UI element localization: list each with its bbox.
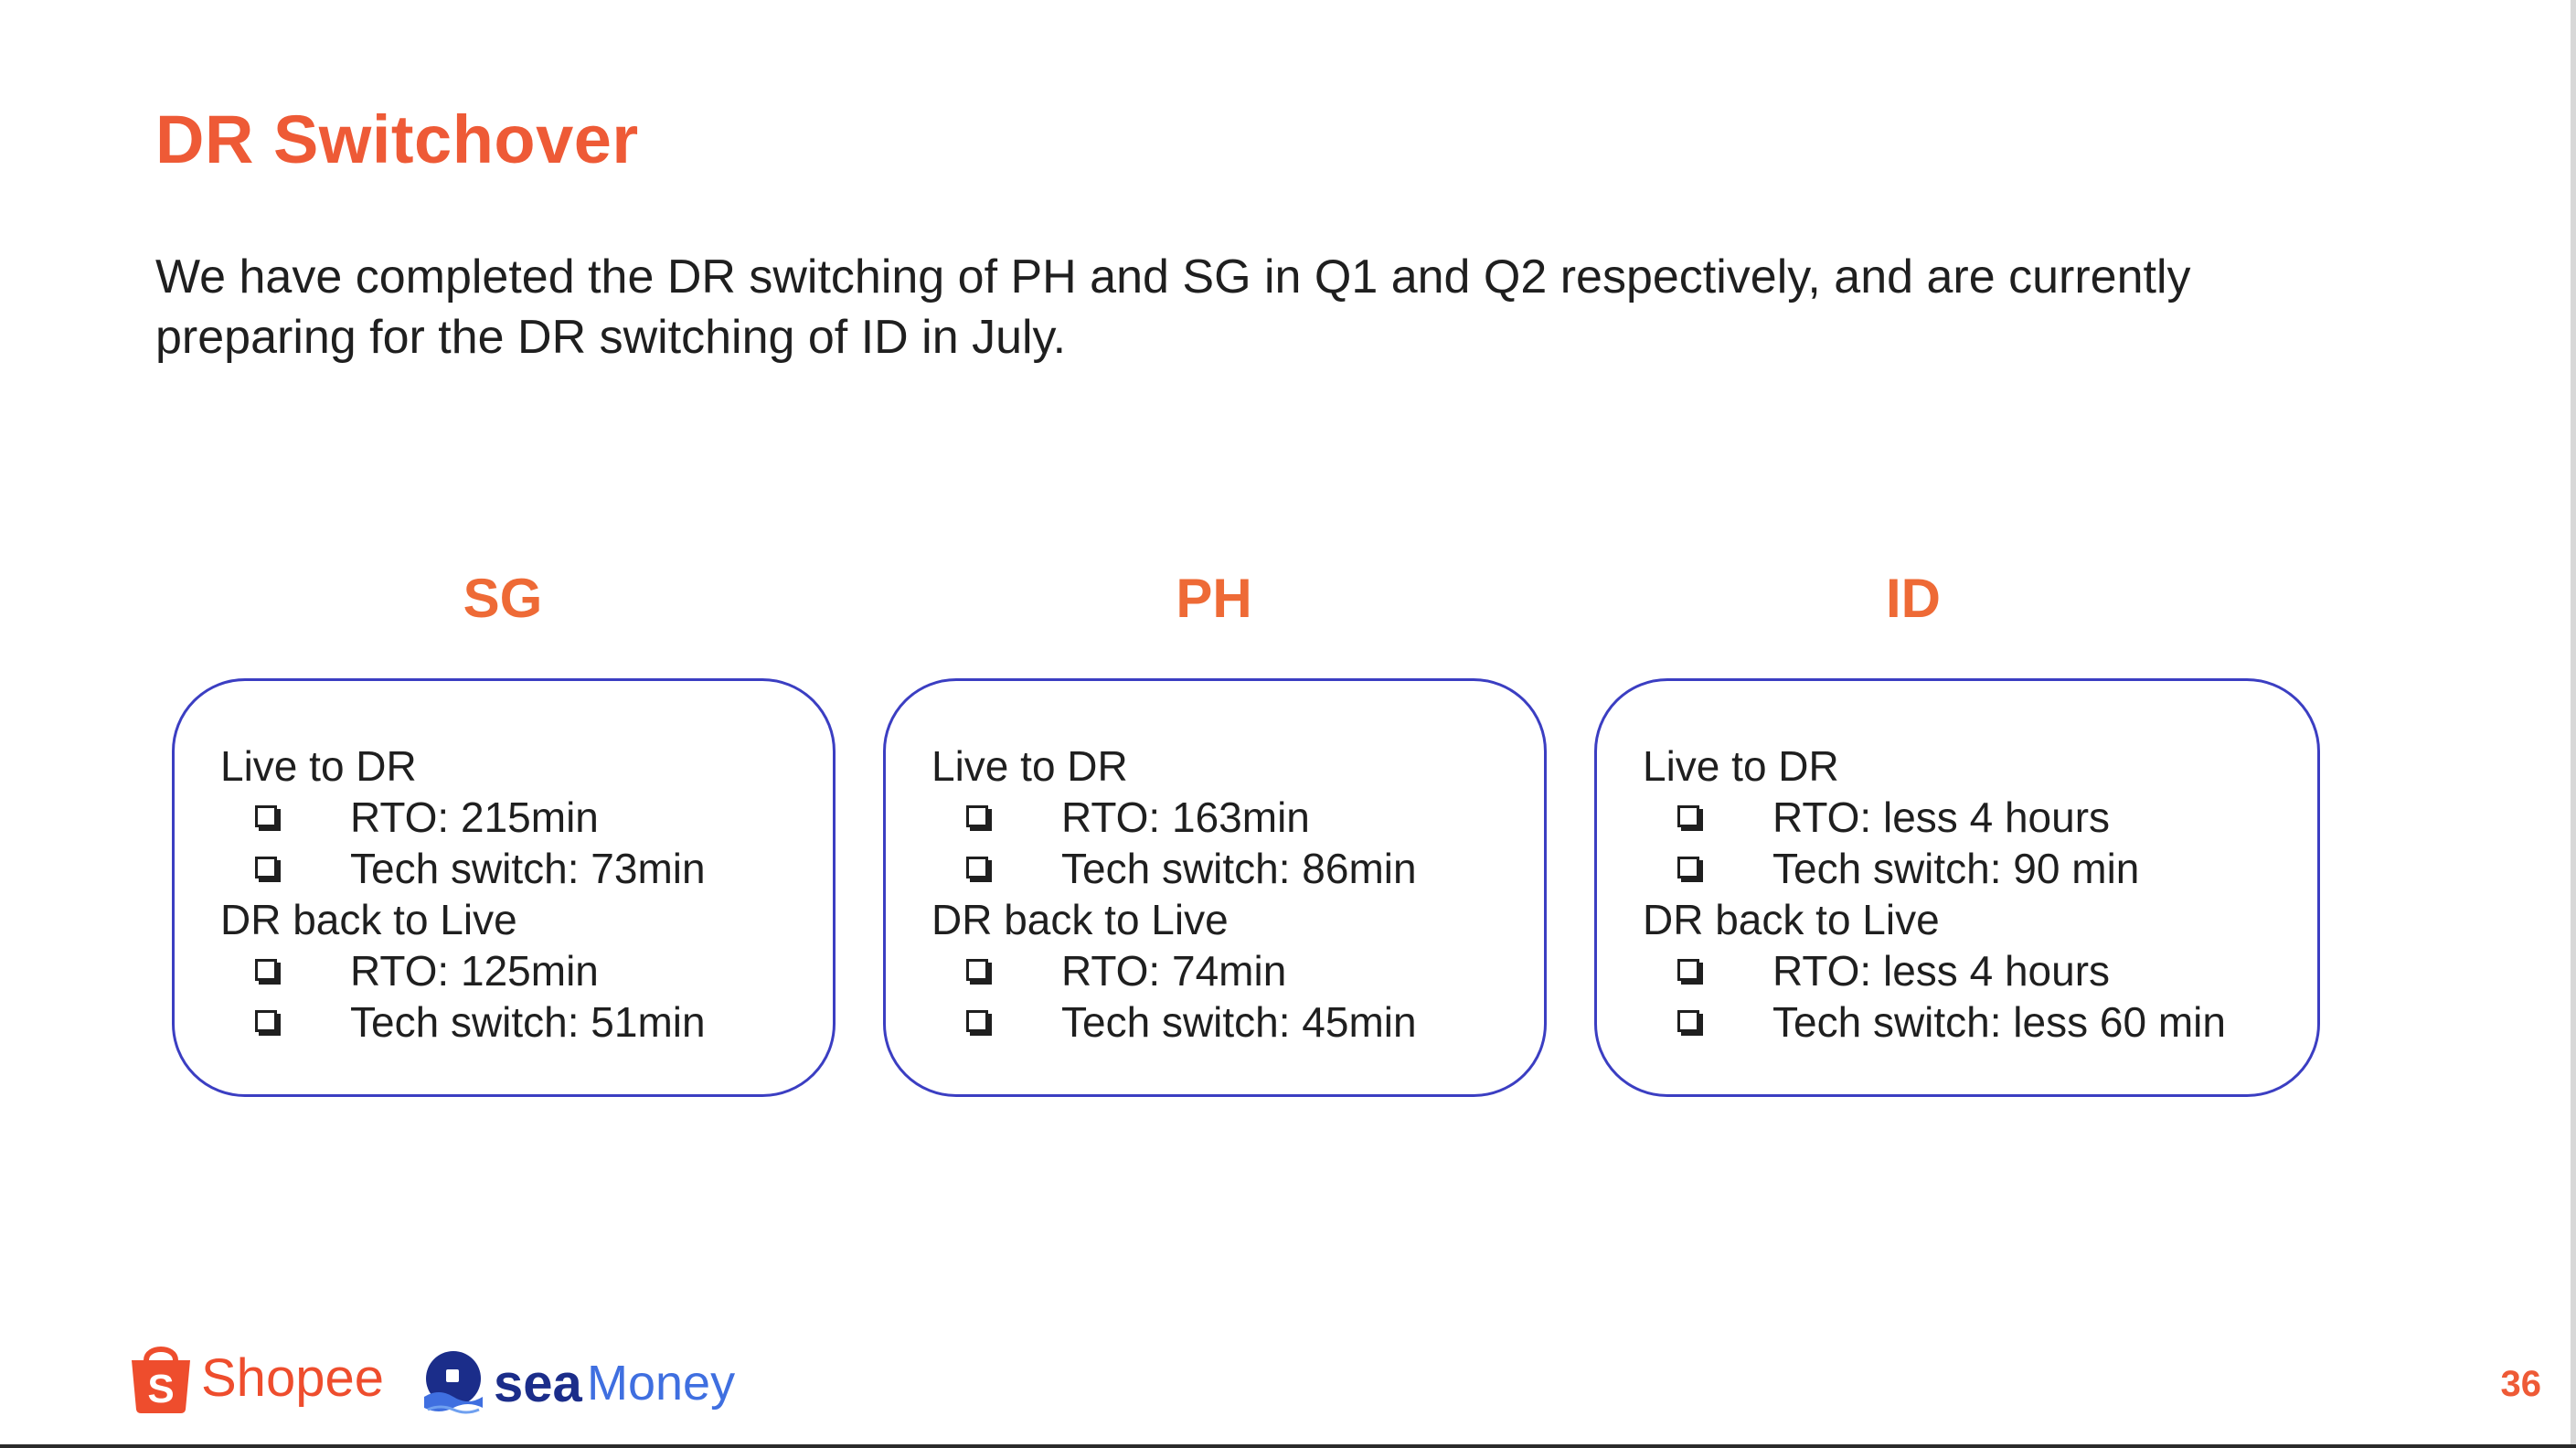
list-item-text: RTO: less 4 hours (1772, 793, 2111, 841)
list-item-text: RTO: 125min (350, 947, 599, 995)
shopee-bag-letter: S (147, 1367, 174, 1411)
checkbox-icon (1677, 857, 1699, 878)
slide-title: DR Switchover (155, 101, 639, 177)
list-item: Tech switch: 73min (220, 843, 706, 894)
column-title-ph: PH (1176, 568, 1252, 629)
list-item: Tech switch: less 60 min (1643, 996, 2226, 1048)
column-title-sg: SG (463, 568, 543, 629)
card-ph: Live to DR RTO: 163min Tech switch: 86mi… (883, 678, 1547, 1097)
list-item: RTO: 74min (931, 945, 1286, 996)
checkbox-icon (255, 857, 277, 878)
seamoney-logo-sea: sea (494, 1354, 582, 1413)
checkbox-icon (966, 857, 988, 878)
list-item-text: Tech switch: 73min (350, 845, 706, 892)
checkbox-icon (1677, 1010, 1699, 1032)
list-item: RTO: 215min (220, 792, 599, 843)
seamoney-logo-money: Money (587, 1356, 736, 1411)
list-item-text: RTO: 215min (350, 793, 599, 841)
list-item-text: Tech switch: 90 min (1772, 845, 2140, 892)
list-item-text: Tech switch: 45min (1061, 998, 1417, 1046)
intro-paragraph: We have completed the DR switching of PH… (155, 250, 2191, 364)
section-title: DR back to Live (931, 896, 1229, 943)
list-item: RTO: 163min (931, 792, 1310, 843)
list-item-text: Tech switch: less 60 min (1772, 998, 2226, 1046)
list-item: Tech switch: 51min (220, 996, 706, 1048)
slide-edge-bottom (0, 1444, 2576, 1448)
checkbox-icon (966, 959, 988, 981)
checkbox-icon (966, 1010, 988, 1032)
list-item: Tech switch: 45min (931, 996, 1417, 1048)
card-id: Live to DR RTO: less 4 hours Tech switch… (1594, 678, 2320, 1097)
list-item-text: RTO: less 4 hours (1772, 947, 2111, 995)
checkbox-icon (255, 959, 277, 981)
list-item-text: RTO: 163min (1061, 793, 1310, 841)
section-title: Live to DR (1643, 742, 1839, 790)
card-body: Live to DR RTO: less 4 hours Tech switch… (1643, 740, 2226, 1048)
section-title: Live to DR (220, 742, 417, 790)
shopee-bag-icon: S (132, 1347, 190, 1413)
seamoney-icon (424, 1351, 483, 1414)
list-item-text: Tech switch: 51min (350, 998, 706, 1046)
list-item: RTO: less 4 hours (1643, 792, 2110, 843)
column-title-id: ID (1886, 568, 1941, 629)
page-number: 36 (2500, 1364, 2542, 1404)
slide-edge-right (2571, 0, 2576, 1448)
list-item: RTO: 125min (220, 945, 599, 996)
checkbox-icon (1677, 959, 1699, 981)
slide: DR Switchover We have completed the DR s… (0, 0, 2576, 1448)
checkbox-icon (255, 1010, 277, 1032)
shopee-logo-text: Shopee (201, 1348, 384, 1408)
section-title: Live to DR (931, 742, 1128, 790)
list-item: Tech switch: 90 min (1643, 843, 2139, 894)
list-item-text: Tech switch: 86min (1061, 845, 1417, 892)
section-title: DR back to Live (220, 896, 517, 943)
checkbox-icon (1677, 805, 1699, 827)
checkbox-icon (966, 805, 988, 827)
list-item: RTO: less 4 hours (1643, 945, 2110, 996)
card-sg: Live to DR RTO: 215min Tech switch: 73mi… (172, 678, 836, 1097)
list-item-text: RTO: 74min (1061, 947, 1287, 995)
checkbox-icon (255, 805, 277, 827)
list-item: Tech switch: 86min (931, 843, 1417, 894)
section-title: DR back to Live (1643, 896, 1940, 943)
card-body: Live to DR RTO: 163min Tech switch: 86mi… (931, 740, 1417, 1048)
card-body: Live to DR RTO: 215min Tech switch: 73mi… (220, 740, 706, 1048)
